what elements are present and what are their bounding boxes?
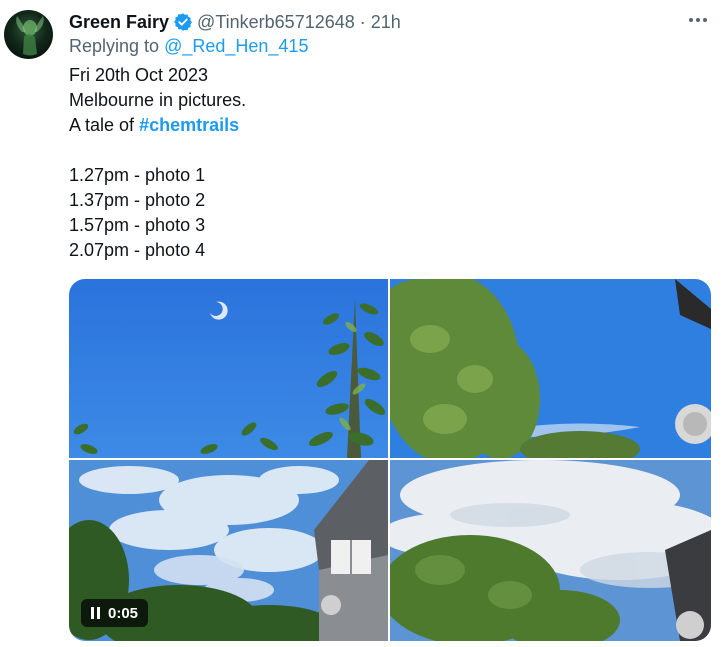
photo-4[interactable] [390,460,711,641]
timestamp[interactable]: 21h [371,12,401,33]
verified-icon [173,12,193,32]
photo-2[interactable] [390,279,711,458]
separator: · [359,11,366,32]
text-line: Melbourne in pictures. [69,90,247,110]
author-handle[interactable]: @Tinkerb65712648 [197,12,355,33]
photo-3[interactable]: 0:05 [69,460,388,641]
video-duration-badge[interactable]: 0:05 [81,599,149,627]
text-line: 2.07pm - photo 4 [69,240,206,260]
more-icon[interactable] [686,10,710,30]
text-line: 1.37pm - photo 2 [69,190,206,210]
replying-prefix: Replying to [69,36,160,56]
replying-to-link[interactable]: @_Red_Hen_415 [164,36,308,56]
hashtag-link[interactable]: #chemtrails [139,115,239,135]
text-line: 1.57pm - photo 3 [69,215,206,235]
text-line: A tale of #chemtrails [69,113,246,138]
media-grid: 0:05 [69,279,711,641]
tweet-text: Fri 20th Oct 2023 Melbourne in pictures.… [69,63,246,263]
text-line: Fri 20th Oct 2023 [69,65,209,85]
text-line: 1.27pm - photo 1 [69,165,206,185]
pause-icon[interactable] [91,607,100,619]
tweet-header: Green Fairy @Tinkerb65712648 · 21h [69,10,401,34]
replying-to: Replying to @_Red_Hen_415 [69,36,308,57]
avatar[interactable] [4,10,53,59]
photo-1[interactable] [69,279,388,458]
video-time: 0:05 [108,604,139,622]
text-prefix: A tale of [69,115,135,135]
author-name[interactable]: Green Fairy [69,12,169,33]
